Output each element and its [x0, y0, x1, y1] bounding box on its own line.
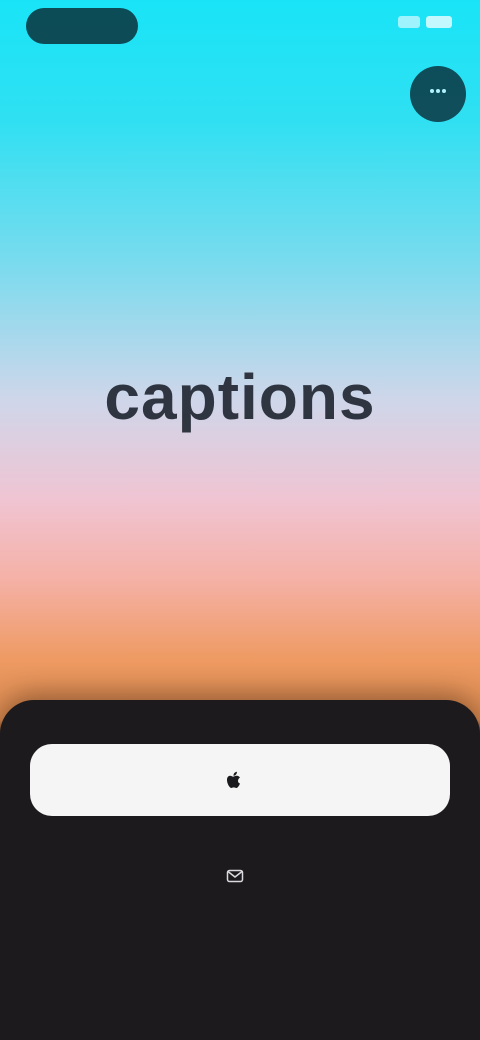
mail-icon — [226, 867, 244, 885]
status-time-pill — [26, 8, 138, 44]
signal-icon — [398, 16, 420, 28]
continue-with-apple-button[interactable] — [30, 744, 450, 816]
apple-icon — [223, 769, 245, 791]
continue-with-email-button[interactable] — [110, 854, 370, 898]
battery-icon — [426, 16, 452, 28]
status-indicators — [398, 16, 452, 28]
corner-button[interactable] — [410, 66, 466, 122]
welcome-screen: captions — [0, 0, 480, 1040]
app-logo-wordmark: captions — [104, 361, 376, 433]
footer-link[interactable] — [120, 938, 360, 968]
menu-icon — [427, 80, 449, 108]
sign-in-sheet — [0, 700, 480, 1040]
